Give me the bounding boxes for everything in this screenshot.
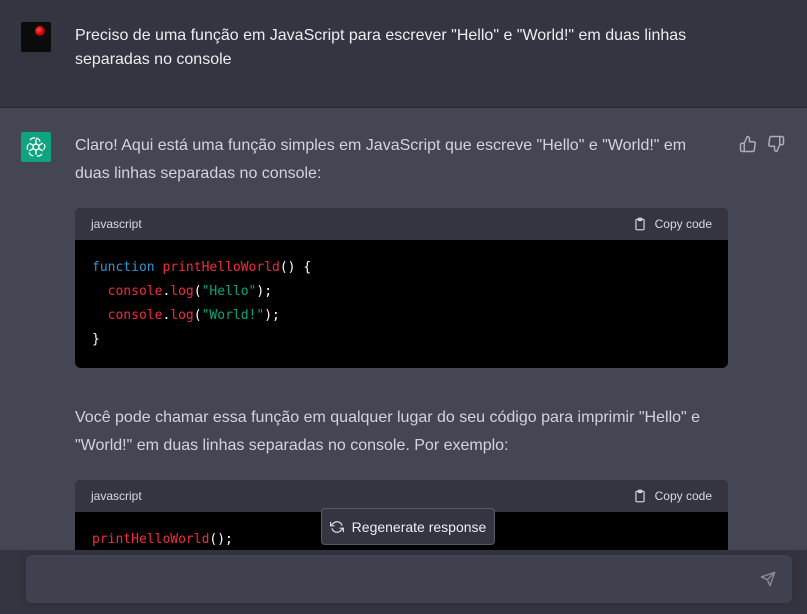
clipboard-icon [634, 489, 645, 503]
code-string: "Hello" [201, 284, 257, 299]
code-punct: () { [279, 260, 312, 275]
code-language-label: javascript [91, 217, 142, 231]
thumbs-up-icon[interactable] [739, 135, 757, 153]
code-block-header: javascript Copy code [75, 208, 728, 240]
user-message-row: Preciso de uma função em JavaScript para… [0, 0, 807, 108]
clipboard-icon [634, 217, 645, 231]
code-punct: (); [209, 532, 233, 547]
code-method: log [170, 284, 194, 299]
regenerate-label: Regenerate response [351, 518, 487, 535]
assistant-intro-text: Claro! Aqui está uma função simples em J… [75, 137, 687, 182]
message-input[interactable] [42, 567, 746, 595]
code-keyword: function [92, 260, 155, 275]
regenerate-response-button[interactable]: Regenerate response [321, 508, 495, 545]
code-language-label: javascript [91, 489, 142, 503]
code-line: console.log("Hello"); [107, 284, 273, 299]
assistant-followup-text: Você pode chamar essa função em qualquer… [75, 409, 701, 454]
code-line: function printHelloWorld() { [92, 260, 311, 275]
code-function-name: printHelloWorld [162, 260, 280, 275]
openai-logo-icon [21, 132, 51, 162]
code-line: console.log("World!"); [107, 308, 280, 323]
code-function-name: printHelloWorld [92, 532, 210, 547]
code-line: } [92, 332, 100, 347]
code-string: "World!" [201, 308, 265, 323]
code-method: log [170, 308, 194, 323]
copy-code-label: Copy code [654, 217, 712, 231]
copy-code-button[interactable]: Copy code [633, 488, 712, 504]
code-object: console [107, 308, 163, 323]
copy-code-button[interactable]: Copy code [633, 216, 712, 232]
code-line: printHelloWorld(); [92, 532, 233, 547]
code-block: javascript Copy code function printHello… [75, 208, 728, 368]
copy-code-label: Copy code [654, 489, 712, 503]
message-composer[interactable] [26, 555, 792, 603]
user-avatar [21, 22, 51, 52]
user-message-text: Preciso de uma função em JavaScript para… [75, 27, 687, 68]
code-content: function printHelloWorld() { console.log… [75, 240, 728, 368]
thumbs-down-icon[interactable] [767, 135, 785, 153]
code-object: console [107, 284, 163, 299]
send-icon[interactable] [760, 571, 776, 587]
refresh-icon [329, 520, 344, 533]
